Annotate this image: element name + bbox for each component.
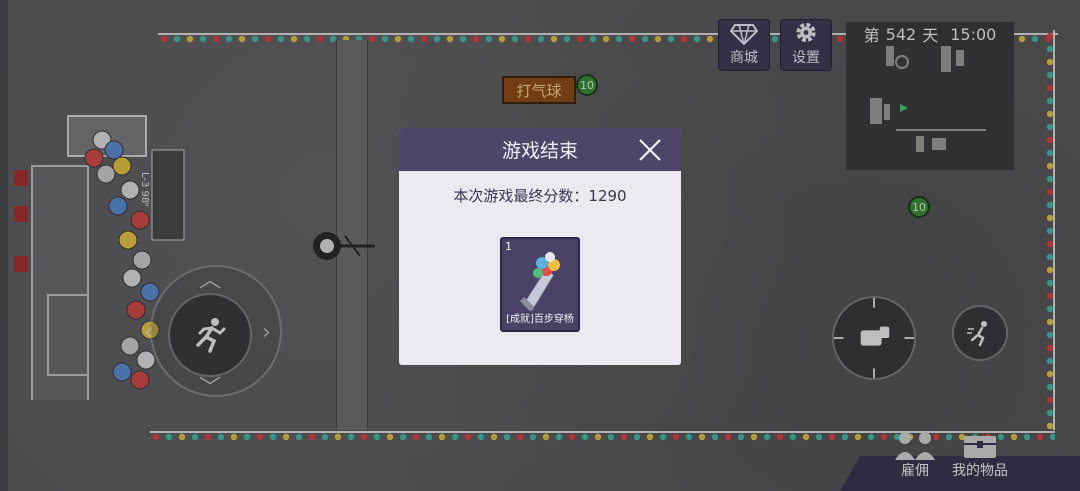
- score-label: 本次游戏最终分数：: [453, 187, 589, 205]
- game-over-dialog: 游戏结束 本次游戏最终分数：1290 1 [成就]百步穿杨: [399, 128, 681, 365]
- reward-item-card[interactable]: 1 [成就]百步穿杨: [500, 237, 580, 332]
- final-score: 本次游戏最终分数：1290: [399, 185, 681, 206]
- close-button[interactable]: [635, 135, 665, 165]
- balloon-dart-icon: [519, 252, 560, 312]
- dialog-header: 游戏结束: [399, 128, 681, 171]
- close-icon: [639, 139, 661, 161]
- dialog-title: 游戏结束: [501, 140, 578, 162]
- score-value: 1290: [588, 187, 627, 205]
- reward-name: [成就]百步穿杨: [506, 314, 574, 325]
